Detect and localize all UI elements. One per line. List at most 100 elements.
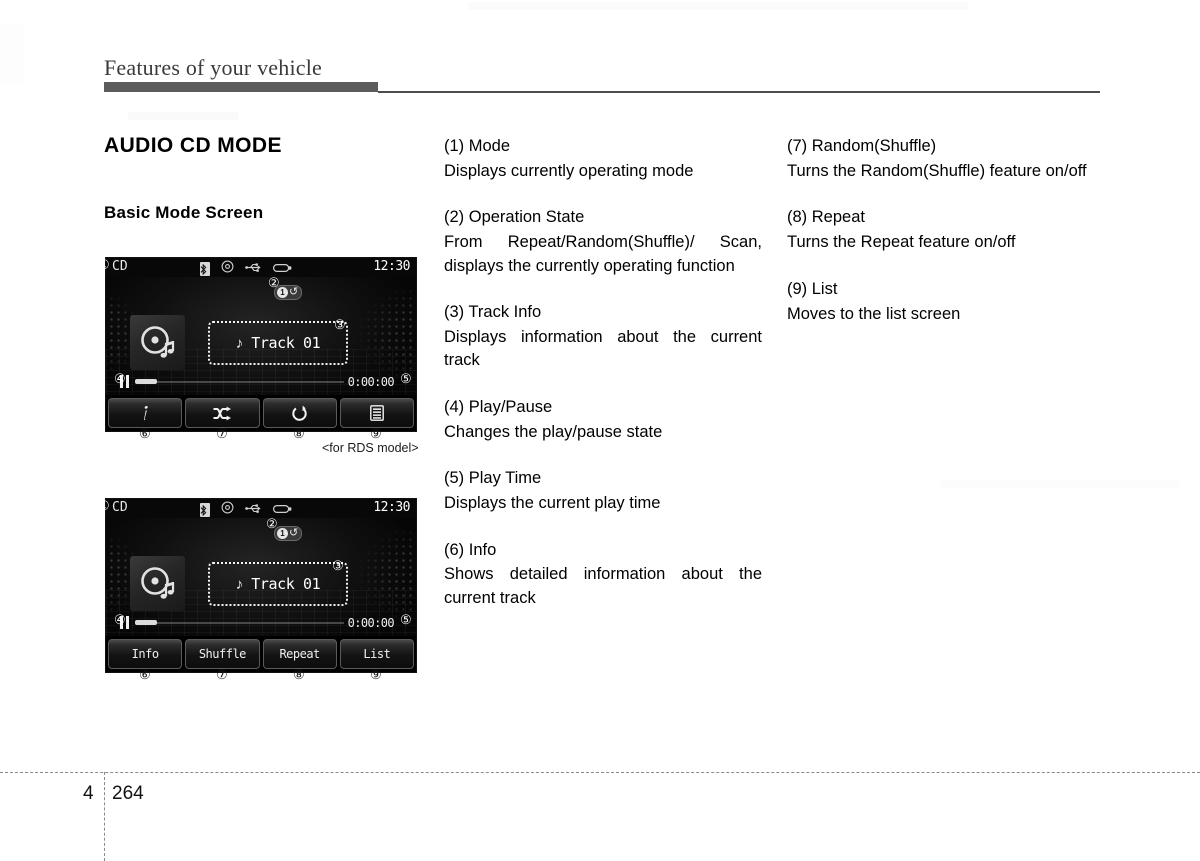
info-icon — [144, 405, 148, 420]
callout-9-screen1: ⑨ — [370, 426, 382, 441]
callout-6-screen1: ⑥ — [139, 426, 151, 441]
play-time-label: 0:00:00 — [347, 616, 395, 630]
item-label-9: (9) List — [787, 279, 838, 298]
screen-body: 1 ↺ ♪ Track 01 0:00:00 — [106, 518, 416, 642]
info-button[interactable] — [108, 398, 183, 428]
bluetooth-icon — [200, 262, 210, 276]
callout-3-screen2: ③ — [332, 558, 344, 573]
page-title: AUDIO CD MODE — [104, 134, 282, 157]
bluetooth-icon — [200, 503, 210, 517]
footer-divider — [0, 772, 1200, 773]
middle-column: (1) Mode Displays currently operating mo… — [444, 135, 762, 610]
screen-body: 1 ↺ ♪ Track 01 0:00:00 — [106, 277, 416, 401]
info-button-label: Info — [131, 647, 159, 661]
album-art — [130, 315, 185, 370]
right-column: (7) Random(Shuffle) Turns the Random(Shu… — [787, 135, 1102, 326]
callout-1-screen2: ① — [98, 498, 110, 513]
header-rule-thin — [378, 91, 1100, 93]
play-time-label: 0:00:00 — [347, 375, 395, 389]
item-label-7: (7) Random(Shuffle) — [787, 137, 937, 155]
disc-icon — [221, 501, 234, 519]
item-label-2: (2) Operation State — [444, 208, 585, 227]
info-button[interactable]: Info — [108, 639, 183, 669]
callout-1-screen1: ① — [98, 257, 110, 272]
footer-vertical-divider — [104, 772, 105, 861]
list-item: (4) Play/Pause Changes the play/pause st… — [444, 396, 762, 444]
track-info-box: ♪ Track 01 — [208, 562, 348, 606]
page-number: 264 — [112, 783, 144, 804]
status-bar: CD 12:30 — [106, 499, 416, 519]
running-header: Features of your vehicle — [104, 55, 1104, 80]
repeat-button-label: Repeat — [279, 647, 320, 661]
list-item: (6) Info Shows detailed information abou… — [444, 539, 762, 611]
callout-7-screen2: ⑦ — [216, 667, 228, 682]
progress-fill — [135, 620, 157, 625]
mode-label: CD — [112, 500, 128, 515]
callout-8-screen2: ⑧ — [293, 667, 305, 682]
music-note-icon: ♪ — [235, 575, 244, 593]
item-desc-9: Moves to the list screen — [787, 304, 961, 323]
list-item: (7) Random(Shuffle) Turns the Random(Shu… — [787, 135, 1102, 183]
left-column: AUDIO CD MODE Basic Mode Screen — [104, 135, 424, 221]
disc-icon — [221, 260, 234, 278]
list-icon — [369, 405, 384, 421]
scan-artifact-left — [0, 24, 24, 84]
shuffle-button-label: Shuffle — [198, 647, 247, 661]
callout-2-screen2: ② — [266, 516, 278, 531]
repeat-icon: ↺ — [289, 527, 299, 539]
callout-4-screen1: ④ — [114, 371, 126, 386]
mode-label: CD — [112, 259, 128, 274]
item-label-6: (6) Info — [444, 540, 497, 559]
callout-6-screen2: ⑥ — [139, 667, 151, 682]
list-item: (9) List Moves to the list screen — [787, 278, 1102, 326]
track-title: Track 01 — [251, 575, 321, 593]
list-item: (5) Play Time Displays the current play … — [444, 467, 762, 515]
operation-state-badge: 1 ↺ — [274, 526, 303, 541]
standard-model-screen: CD 12:30 1 ↺ ♪ Track 01 0:00:00 Info Shu… — [105, 498, 417, 673]
scan-artifact-top — [468, 2, 968, 10]
repeat-button[interactable]: Repeat — [262, 639, 337, 669]
list-button[interactable] — [339, 398, 414, 428]
cd-music-note-icon — [140, 325, 174, 358]
rds-model-note: <for RDS model> — [322, 441, 419, 455]
subsection-title: Basic Mode Screen — [104, 203, 264, 222]
item-label-3: (3) Track Info — [444, 303, 542, 322]
cd-music-note-icon — [140, 566, 174, 599]
item-desc-5: Displays the current play time — [444, 494, 661, 513]
clock: 12:30 — [373, 259, 410, 274]
shuffle-button[interactable]: Shuffle — [185, 639, 260, 669]
item-desc-8: Turns the Repeat feature on/off — [787, 233, 1016, 252]
callout-5-screen1: ⑤ — [400, 371, 412, 386]
item-label-5: (5) Play Time — [444, 469, 542, 488]
play-bar: 0:00:00 — [106, 373, 416, 391]
callout-7-screen1: ⑦ — [216, 426, 228, 441]
item-label-8: (8) Repeat — [787, 208, 865, 227]
list-item: (8) Repeat Turns the Repeat feature on/o… — [787, 206, 1102, 254]
item-desc-4: Changes the play/pause state — [444, 422, 663, 441]
shuffle-button[interactable] — [185, 398, 260, 428]
scan-artifact-middle — [128, 112, 238, 120]
callout-2-screen1: ② — [268, 275, 280, 290]
progress-track[interactable] — [135, 622, 344, 624]
list-button[interactable]: List — [339, 639, 414, 669]
callout-8-screen1: ⑧ — [293, 426, 305, 441]
track-title: Track 01 — [251, 334, 321, 352]
play-bar: 0:00:00 — [106, 614, 416, 632]
callout-9-screen2: ⑨ — [370, 667, 382, 682]
running-header-title: Features of your vehicle — [104, 55, 323, 80]
album-art — [130, 556, 185, 611]
rds-model-screen: CD 12:30 1 ↺ ♪ Track 01 0:00:00 — [105, 257, 417, 432]
item-desc-1: Displays currently operating mode — [444, 161, 694, 180]
shuffle-icon — [213, 406, 232, 420]
usb-icon — [245, 260, 262, 278]
progress-track[interactable] — [135, 381, 344, 383]
item-desc-6: Shows detailed information about the cur… — [444, 565, 762, 607]
repeat-button[interactable] — [262, 398, 337, 428]
list-item: (2) Operation State From Repeat/Random(S… — [444, 206, 762, 278]
repeat-count: 1 — [277, 528, 288, 539]
status-icons — [200, 501, 292, 519]
callout-5-screen2: ⑤ — [400, 612, 412, 627]
status-bar: CD 12:30 — [106, 258, 416, 278]
clock: 12:30 — [373, 500, 410, 515]
track-info-box: ♪ Track 01 — [208, 321, 348, 365]
